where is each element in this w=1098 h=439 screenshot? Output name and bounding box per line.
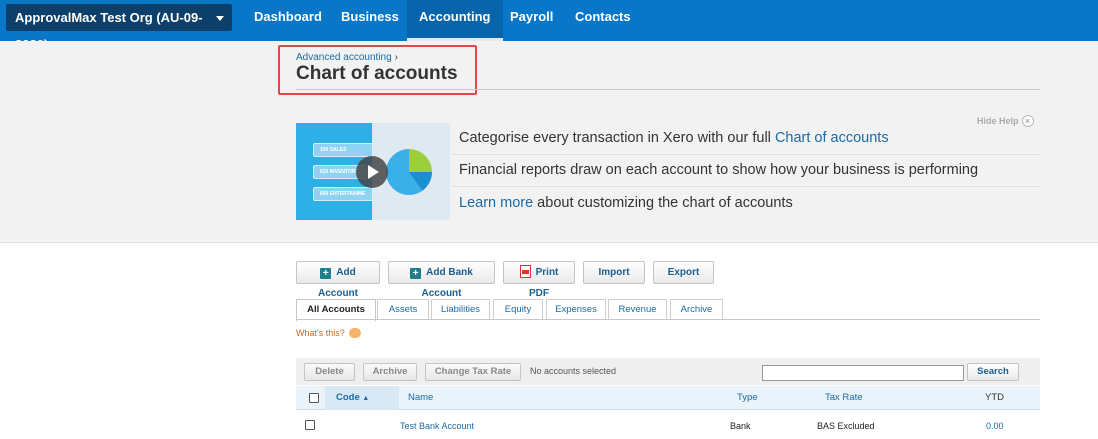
chevron-down-icon (216, 16, 224, 21)
nav-dashboard[interactable]: Dashboard (242, 0, 334, 41)
column-ytd[interactable]: YTD (985, 392, 1004, 403)
highlight-box (278, 45, 477, 95)
export-button[interactable]: Export (653, 261, 714, 284)
play-icon[interactable] (356, 156, 388, 188)
tab-revenue[interactable]: Revenue (608, 299, 667, 320)
nav-contacts[interactable]: Contacts (563, 0, 643, 41)
row-tax-rate: BAS Excluded (817, 421, 875, 431)
help-text: Categorise every transaction in Xero wit… (459, 130, 775, 146)
column-code[interactable]: Code ▲ (336, 392, 369, 403)
row-checkbox[interactable] (305, 420, 315, 430)
column-name[interactable]: Name (408, 392, 433, 403)
row-type: Bank (730, 421, 751, 431)
help-video-thumbnail[interactable]: 100 SALES 620 INVENTORY 650 ENTERTAINME (296, 123, 450, 220)
search-input[interactable] (762, 365, 964, 381)
add-bank-account-label: Add Bank Account (421, 267, 473, 299)
hide-help-button[interactable]: Hide Help × (977, 115, 1034, 127)
account-name-link[interactable]: Test Bank Account (400, 421, 474, 431)
nav-accounting[interactable]: Accounting (407, 0, 503, 41)
tab-archive[interactable]: Archive (670, 299, 723, 320)
video-pill: 100 SALES (313, 143, 373, 157)
selection-status: No accounts selected (530, 366, 617, 376)
divider (452, 154, 1040, 155)
add-account-button[interactable]: + Add Account (296, 261, 380, 299)
divider (296, 89, 1040, 90)
chart-of-accounts-link[interactable]: Chart of accounts (775, 130, 889, 146)
print-pdf-button[interactable]: Print PDF (503, 261, 575, 299)
org-switcher[interactable]: ApprovalMax Test Org (AU-09-2020). (6, 4, 232, 52)
add-bank-account-button[interactable]: + Add Bank Account (388, 261, 495, 299)
sort-asc-icon: ▲ (362, 395, 370, 402)
column-type[interactable]: Type (737, 392, 758, 403)
video-pill: 650 ENTERTAINME (313, 187, 373, 201)
tabs-divider (296, 319, 1040, 320)
whats-this-label: What's this? (296, 328, 345, 338)
close-icon: × (1021, 115, 1034, 127)
tab-liabilities[interactable]: Liabilities (431, 299, 490, 320)
change-tax-rate-button[interactable]: Change Tax Rate (425, 363, 521, 381)
help-text: about customizing the chart of accounts (533, 195, 793, 211)
learn-more-link[interactable]: Learn more (459, 195, 533, 211)
import-button[interactable]: Import (583, 261, 645, 284)
whats-this-link[interactable]: What's this? (296, 328, 361, 338)
column-code-label: Code (336, 392, 360, 403)
nav-payroll[interactable]: Payroll (498, 0, 565, 41)
column-tax-rate[interactable]: Tax Rate (825, 392, 863, 403)
tab-expenses[interactable]: Expenses (546, 299, 606, 320)
tab-equity[interactable]: Equity (493, 299, 543, 320)
delete-button[interactable]: Delete (304, 363, 355, 381)
pdf-icon (519, 265, 531, 278)
pie-chart-icon (386, 149, 432, 195)
tab-all-accounts[interactable]: All Accounts (296, 299, 376, 321)
help-line-2: Financial reports draw on each account t… (459, 162, 979, 178)
tab-assets[interactable]: Assets (377, 299, 429, 320)
select-all-checkbox[interactable] (309, 393, 319, 403)
help-line-3: Learn more about customizing the chart o… (459, 195, 793, 211)
nav-business[interactable]: Business (329, 0, 411, 41)
row-ytd[interactable]: 0.00 (986, 421, 1004, 431)
search-button[interactable]: Search (967, 363, 1019, 381)
archive-button[interactable]: Archive (363, 363, 417, 381)
speech-bubble-icon (348, 328, 361, 338)
divider (452, 186, 1040, 187)
top-nav-bar: ApprovalMax Test Org (AU-09-2020). Dashb… (0, 0, 1098, 52)
help-line-1: Categorise every transaction in Xero wit… (459, 130, 889, 146)
print-pdf-label: Print PDF (529, 267, 559, 299)
plus-icon: + (410, 268, 422, 279)
hide-help-label: Hide Help (977, 116, 1019, 126)
plus-icon: + (320, 268, 332, 279)
